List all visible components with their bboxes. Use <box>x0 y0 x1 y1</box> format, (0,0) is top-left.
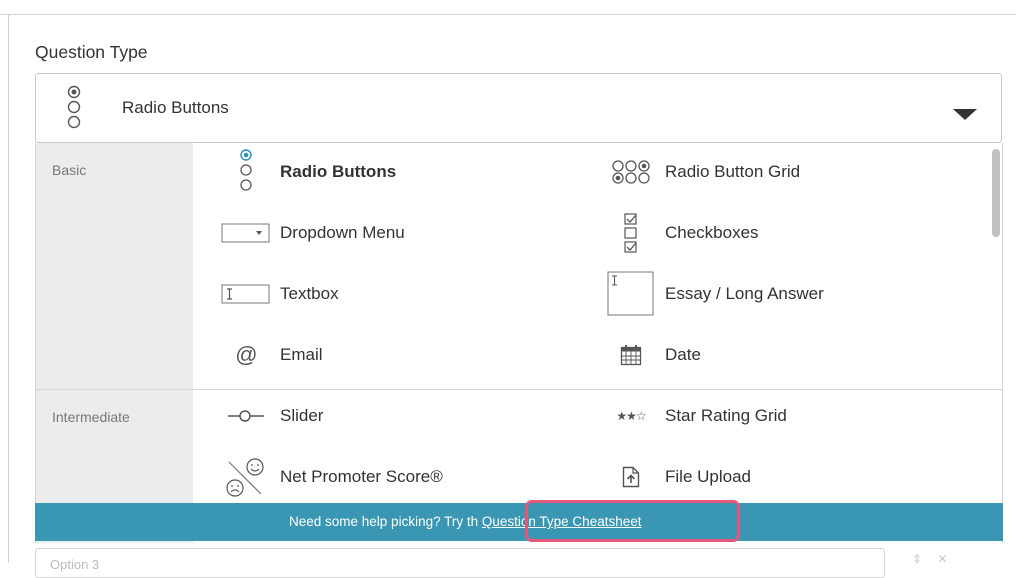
caret-down-icon[interactable] <box>953 109 977 120</box>
option-label: Date <box>665 345 701 364</box>
highlight-box <box>525 500 740 542</box>
category-divider <box>36 389 1002 390</box>
option-checkboxes[interactable]: Checkboxes <box>601 213 759 253</box>
option-date[interactable]: Date <box>601 335 701 375</box>
help-prefix: Need some help picking? Try th <box>289 514 479 529</box>
checkboxes-icon <box>601 213 661 253</box>
question-type-dropdown-panel: Basic Intermediate Radio Buttons Dropdow… <box>35 143 1003 543</box>
option-label: Textbox <box>280 284 339 303</box>
category-basic: Basic <box>52 162 87 178</box>
option-label: File Upload <box>665 467 751 486</box>
left-divider <box>8 14 9 563</box>
option-essay-long-answer[interactable]: Essay / Long Answer <box>601 271 824 316</box>
option-label: Star Rating Grid <box>665 406 787 425</box>
smiley-icon <box>216 457 276 497</box>
option-label: Net Promoter Score® <box>280 467 443 486</box>
option-dropdown-menu[interactable]: Dropdown Menu <box>216 213 405 253</box>
radio-grid-icon <box>601 152 661 192</box>
radio-buttons-icon <box>216 149 276 192</box>
option-email[interactable]: @ Email <box>216 335 323 375</box>
option-field-placeholder: Option 3 <box>50 557 100 572</box>
option-label: Radio Buttons <box>280 162 397 181</box>
option-slider[interactable]: Slider <box>216 396 323 436</box>
row-action-icons[interactable]: ⇕ ✕ <box>912 552 953 566</box>
question-type-label: Question Type <box>35 42 148 62</box>
option-label: Radio Button Grid <box>665 162 801 181</box>
option-label: Essay / Long Answer <box>665 284 824 303</box>
essay-icon <box>601 271 661 316</box>
option-label: Email <box>280 345 323 364</box>
option-file-upload[interactable]: File Upload <box>601 457 751 497</box>
radio-buttons-icon <box>66 85 82 136</box>
category-column <box>36 143 193 543</box>
stars-icon: ★★☆ <box>616 409 646 423</box>
dropdown-icon <box>216 213 276 253</box>
at-icon: @ <box>234 342 258 367</box>
option-net-promoter-score[interactable]: Net Promoter Score® <box>216 457 443 497</box>
option-label: Slider <box>280 406 324 425</box>
file-upload-icon <box>601 457 661 497</box>
option-radio-buttons[interactable]: Radio Buttons <box>216 149 397 192</box>
textbox-icon <box>216 274 276 314</box>
option-radio-button-grid[interactable]: Radio Button Grid <box>601 152 800 192</box>
option-textbox[interactable]: Textbox <box>216 274 339 314</box>
slider-icon <box>216 396 276 436</box>
top-divider <box>0 14 1016 15</box>
help-banner: Need some help picking? Try th Question … <box>35 503 1003 541</box>
option-field[interactable]: Option 3 <box>35 548 885 578</box>
dropdown-scrollbar[interactable] <box>992 149 1000 237</box>
option-star-rating-grid[interactable]: ★★☆ Star Rating Grid <box>601 396 787 436</box>
category-intermediate: Intermediate <box>52 409 130 425</box>
question-type-select[interactable]: Radio Buttons <box>35 73 1002 143</box>
calendar-icon <box>601 335 661 375</box>
option-label: Dropdown Menu <box>280 223 405 242</box>
option-label: Checkboxes <box>665 223 759 242</box>
selected-type-label: Radio Buttons <box>122 98 229 117</box>
